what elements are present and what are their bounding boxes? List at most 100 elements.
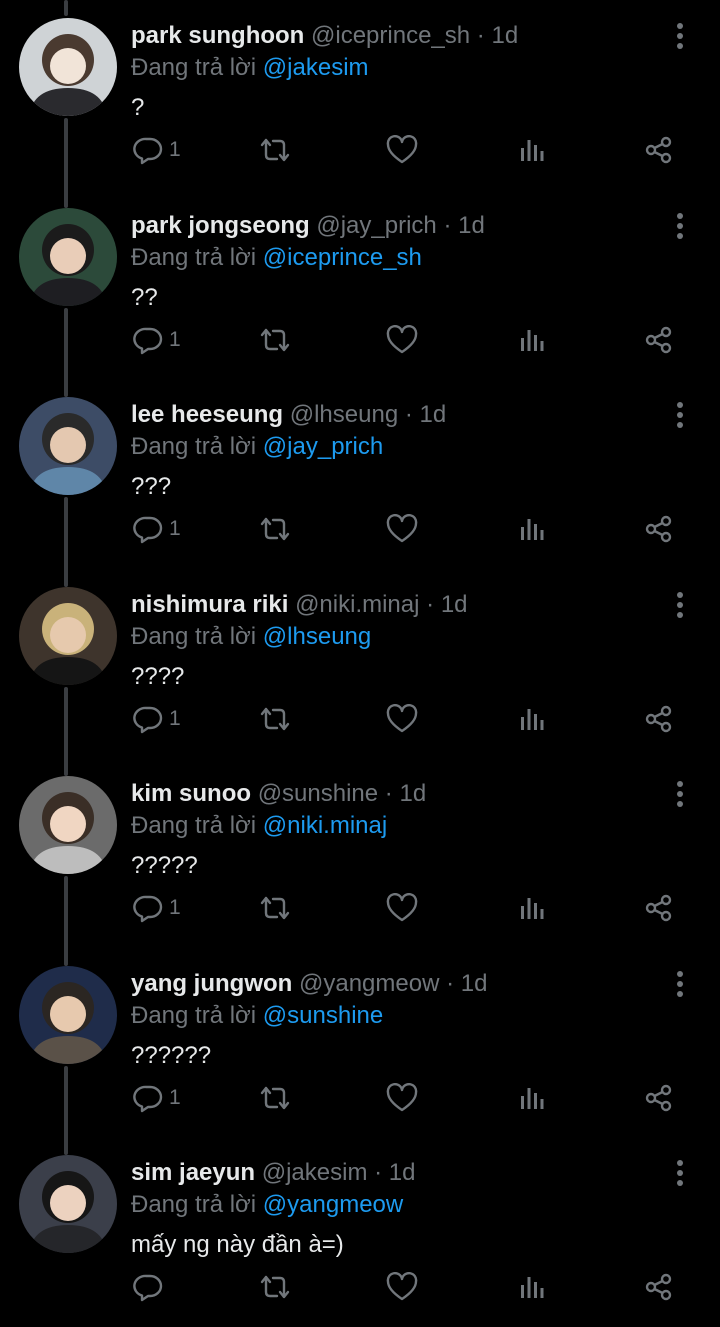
more-options-button[interactable] [668,1159,692,1187]
tweet[interactable]: sim jaeyun @jakesim · 1d Đang trả lời @y… [0,1137,720,1327]
display-name[interactable]: nishimura riki [131,591,288,618]
more-options-button[interactable] [668,970,692,998]
replying-to: Đang trả lời @jakesim [131,53,369,83]
avatar[interactable] [19,1155,117,1253]
display-name[interactable]: park jongseong [131,212,310,239]
timestamp[interactable]: 1d [441,591,468,618]
more-options-button[interactable] [668,212,692,240]
tweet[interactable]: nishimura riki @niki.minaj · 1d Đang trả… [0,569,720,759]
avatar[interactable] [19,207,117,306]
avatar-photo [19,965,117,1064]
retweet-button[interactable] [258,697,292,741]
tweet[interactable]: lee heeseung @lhseung · 1d Đang trả lời … [0,379,720,569]
share-icon [645,326,672,353]
views-button[interactable] [517,1265,547,1309]
retweet-icon [260,707,290,730]
reply-button[interactable]: 1 [133,318,181,362]
user-handle[interactable]: @jakesim [262,1159,368,1186]
avatar[interactable] [19,586,117,685]
reply-count: 1 [169,327,181,351]
avatar-photo [19,397,117,495]
views-button[interactable] [517,697,547,741]
tweet[interactable]: kim sunoo @sunshine · 1d Đang trả lời @n… [0,758,720,948]
user-handle[interactable]: @jay_prich [316,212,436,239]
share-button[interactable] [644,886,674,930]
more-options-button[interactable] [668,22,692,50]
more-options-button[interactable] [668,401,692,429]
display-name[interactable]: yang jungwon [131,970,292,997]
user-handle[interactable]: @iceprince_sh [311,22,470,49]
views-icon [521,140,544,161]
reply-button[interactable]: 1 [133,128,181,172]
share-icon [645,515,672,543]
tweet-header: kim sunoo @sunshine · 1d [131,779,426,809]
share-button[interactable] [644,1076,674,1120]
like-button[interactable] [386,697,418,741]
retweet-button[interactable] [258,1076,292,1120]
retweet-button[interactable] [258,318,292,362]
share-button[interactable] [644,697,674,741]
display-name[interactable]: kim sunoo [131,780,251,807]
reply-button[interactable]: 1 [133,1076,181,1120]
tweet-text: ?? [131,283,158,311]
display-name[interactable]: sim jaeyun [131,1159,255,1186]
avatar[interactable] [19,965,117,1064]
mention-link[interactable]: @jay_prich [263,433,383,460]
retweet-button[interactable] [258,1265,292,1309]
separator-dot: · [476,22,485,49]
user-handle[interactable]: @yangmeow [299,970,439,997]
views-button[interactable] [517,507,547,551]
timestamp[interactable]: 1d [399,780,426,807]
reply-button[interactable]: 1 [133,697,181,741]
views-button[interactable] [517,128,547,172]
tweet[interactable]: park sunghoon @iceprince_sh · 1d Đang tr… [0,0,720,190]
avatar[interactable] [19,776,117,874]
like-button[interactable] [386,886,418,930]
mention-link[interactable]: @niki.minaj [263,812,387,839]
share-button[interactable] [644,507,674,551]
like-button[interactable] [386,318,418,362]
user-handle[interactable]: @lhseung [290,401,398,428]
share-button[interactable] [644,318,674,362]
retweet-button[interactable] [258,507,292,551]
timestamp[interactable]: 1d [458,212,485,239]
reply-button[interactable] [133,1265,169,1309]
user-handle[interactable]: @sunshine [258,780,378,807]
display-name[interactable]: park sunghoon [131,22,304,49]
more-options-button[interactable] [668,780,692,808]
like-button[interactable] [386,1076,418,1120]
reply-button[interactable]: 1 [133,886,181,930]
like-button[interactable] [386,128,418,172]
views-icon [521,898,544,919]
views-button[interactable] [517,886,547,930]
timestamp[interactable]: 1d [420,401,447,428]
share-button[interactable] [644,128,674,172]
timestamp[interactable]: 1d [491,22,518,49]
tweet[interactable]: yang jungwon @yangmeow · 1d Đang trả lời… [0,948,720,1138]
tweet[interactable]: park jongseong @jay_prich · 1d Đang trả … [0,190,720,380]
share-button[interactable] [644,1265,674,1309]
retweet-icon [260,138,290,162]
avatar[interactable] [19,397,117,495]
tweet-text: mấy ng này đần à=) [131,1231,344,1258]
mention-link[interactable]: @sunshine [263,1002,383,1029]
user-handle[interactable]: @niki.minaj [295,591,419,618]
retweet-button[interactable] [258,128,292,172]
mention-link[interactable]: @jakesim [263,54,369,81]
reply-icon [133,327,163,354]
views-icon [521,1277,544,1298]
more-options-button[interactable] [668,591,692,619]
like-button[interactable] [386,1265,418,1309]
reply-button[interactable]: 1 [133,507,181,551]
like-button[interactable] [386,507,418,551]
avatar[interactable] [19,18,117,116]
mention-link[interactable]: @iceprince_sh [263,244,422,271]
views-button[interactable] [517,318,547,362]
timestamp[interactable]: 1d [461,970,488,997]
views-button[interactable] [517,1076,547,1120]
retweet-button[interactable] [258,886,292,930]
display-name[interactable]: lee heeseung [131,401,283,428]
timestamp[interactable]: 1d [389,1159,416,1186]
mention-link[interactable]: @yangmeow [263,1191,403,1218]
mention-link[interactable]: @lhseung [263,623,371,650]
